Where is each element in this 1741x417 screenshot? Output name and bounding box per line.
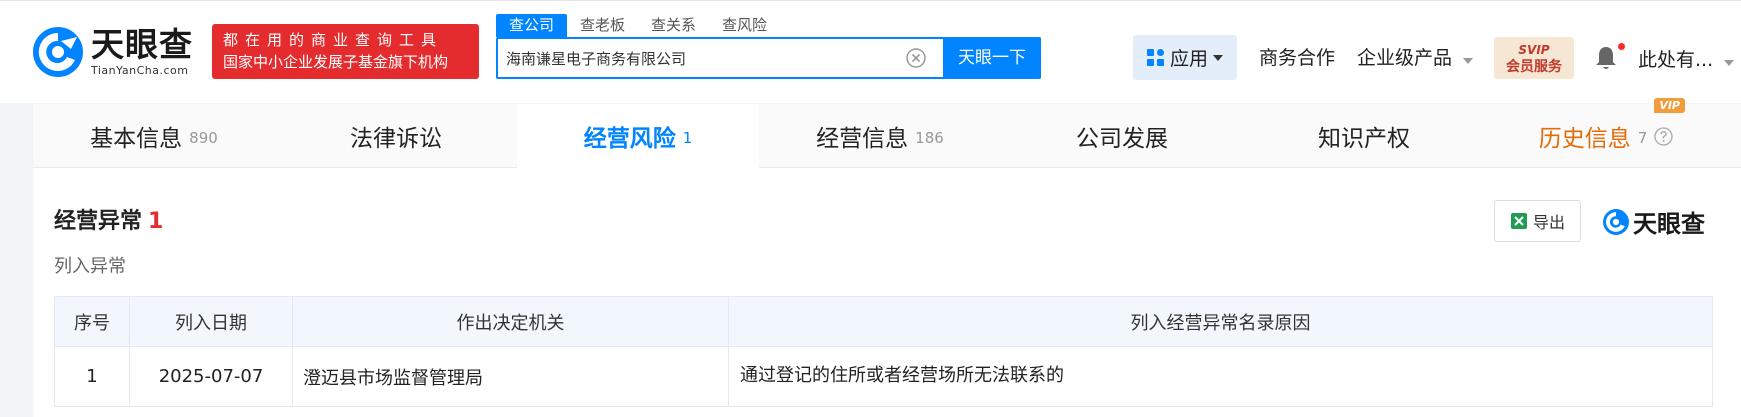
bell-icon[interactable] (1595, 45, 1617, 71)
nav-enterprise-products[interactable]: 企业级产品 (1357, 45, 1474, 71)
tianyancha-logo-icon (1603, 208, 1629, 235)
header-index: 序号 (54, 296, 130, 347)
tab-count: 7 (1637, 128, 1648, 147)
chevron-down-icon (1724, 60, 1735, 66)
chevron-down-icon (1213, 54, 1223, 61)
table-header-row: 序号 列入日期 作出决定机关 列入经营异常名录原因 (54, 296, 1713, 347)
cell-index: 1 (54, 346, 130, 407)
apps-menu-button[interactable]: 应用 (1133, 35, 1237, 80)
vip-badge: VIP (1654, 98, 1685, 113)
tab-label: 基本信息 (90, 126, 183, 152)
slogan-line-1: 都在用的商业查询工具 (223, 31, 444, 49)
tianyancha-logo-icon (33, 27, 83, 77)
search-button[interactable]: 天眼一下 (943, 37, 1041, 79)
cell-reason: 通过登记的住所或者经营场所无法联系的 (728, 346, 1713, 407)
table-row: 1 2025-07-07 澄迈县市场监督管理局 通过登记的住所或者经营场所无法联… (54, 346, 1713, 407)
logo-text-cn: 天眼查 (91, 25, 193, 64)
user-name: 此处有... (1638, 49, 1714, 71)
tab-legal[interactable]: 法律诉讼 (275, 104, 517, 168)
company-section-tabs: 基本信息 890 法律诉讼 经营风险 1 经营信息 186 公司发展 知识产权 … (33, 98, 1741, 168)
search-tab-relation[interactable]: 查关系 (638, 14, 709, 37)
nav-enterprise-label: 企业级产品 (1357, 47, 1453, 69)
header-reason: 列入经营异常名录原因 (728, 296, 1713, 347)
user-menu[interactable]: 此处有... (1638, 45, 1735, 72)
brand-watermark: 天眼查 (1602, 204, 1705, 239)
apps-grid-icon (1146, 48, 1164, 66)
search-tab-risk[interactable]: 查风险 (709, 14, 780, 37)
site-logo[interactable]: 天眼查 TianYanCha.com (31, 25, 193, 79)
tab-label: 知识产权 (1318, 126, 1410, 152)
svip-service-label: 会员服务 (1506, 59, 1562, 75)
section-subtitle: 列入异常 (54, 256, 126, 277)
search-input[interactable] (506, 39, 906, 77)
help-icon[interactable] (1654, 126, 1673, 146)
tab-label: 经营信息 (816, 126, 909, 152)
chevron-down-icon (1463, 58, 1474, 64)
notification-dot (1618, 43, 1625, 50)
tab-history-info[interactable]: VIP 历史信息 7 (1485, 98, 1727, 168)
tab-company-development[interactable]: 公司发展 (1001, 104, 1243, 168)
top-header: 天眼查 TianYanCha.com 都在用的商业查询工具 国家中小企业发展子基… (0, 0, 1741, 103)
tab-business-risk[interactable]: 经营风险 1 (517, 104, 759, 168)
tab-count: 890 (189, 128, 218, 147)
header-authority: 作出决定机关 (292, 296, 729, 347)
logo-text-en: TianYanCha.com (91, 64, 189, 77)
svip-member-button[interactable]: SVIP 会员服务 (1494, 37, 1574, 79)
tab-business-info[interactable]: 经营信息 186 (759, 104, 1001, 168)
tab-label: 历史信息 (1538, 126, 1631, 152)
tab-label: 公司发展 (1076, 126, 1168, 152)
tab-intellectual-property[interactable]: 知识产权 (1243, 104, 1485, 168)
section-title: 经营异常 1 (54, 203, 163, 235)
tab-label: 经营风险 (583, 126, 676, 152)
tab-count: 186 (915, 128, 944, 147)
cell-authority[interactable]: 澄迈县市场监督管理局 (292, 346, 729, 407)
cell-date: 2025-07-07 (129, 346, 293, 407)
slogan-banner: 都在用的商业查询工具 国家中小企业发展子基金旗下机构 (212, 24, 479, 79)
search-box: 天眼一下 (496, 37, 1041, 79)
tab-basic-info[interactable]: 基本信息 890 (33, 104, 275, 168)
brand-text: 天眼查 (1633, 210, 1705, 238)
search-tab-boss[interactable]: 查老板 (567, 14, 638, 37)
section-title-text: 经营异常 (54, 209, 143, 234)
tab-count: 1 (682, 128, 693, 147)
search-type-tabs: 查公司 查老板 查关系 查风险 (496, 14, 780, 37)
section-count: 1 (148, 209, 164, 234)
excel-icon (1510, 213, 1527, 229)
header-date: 列入日期 (129, 296, 293, 347)
search-tab-company[interactable]: 查公司 (496, 14, 568, 37)
clear-icon[interactable] (906, 48, 926, 68)
slogan-line-2: 国家中小企业发展子基金旗下机构 (223, 53, 449, 71)
export-label: 导出 (1532, 213, 1565, 232)
svip-label: SVIP (1518, 43, 1550, 57)
apps-label: 应用 (1169, 48, 1208, 70)
export-button[interactable]: 导出 (1494, 200, 1581, 242)
business-anomaly-table: 序号 列入日期 作出决定机关 列入经营异常名录原因 1 2025-07-07 澄… (54, 296, 1713, 407)
main-card: 基本信息 890 法律诉讼 经营风险 1 经营信息 186 公司发展 知识产权 … (33, 98, 1741, 417)
tab-label: 法律诉讼 (350, 126, 442, 152)
nav-business-cooperation[interactable]: 商务合作 (1259, 45, 1335, 71)
